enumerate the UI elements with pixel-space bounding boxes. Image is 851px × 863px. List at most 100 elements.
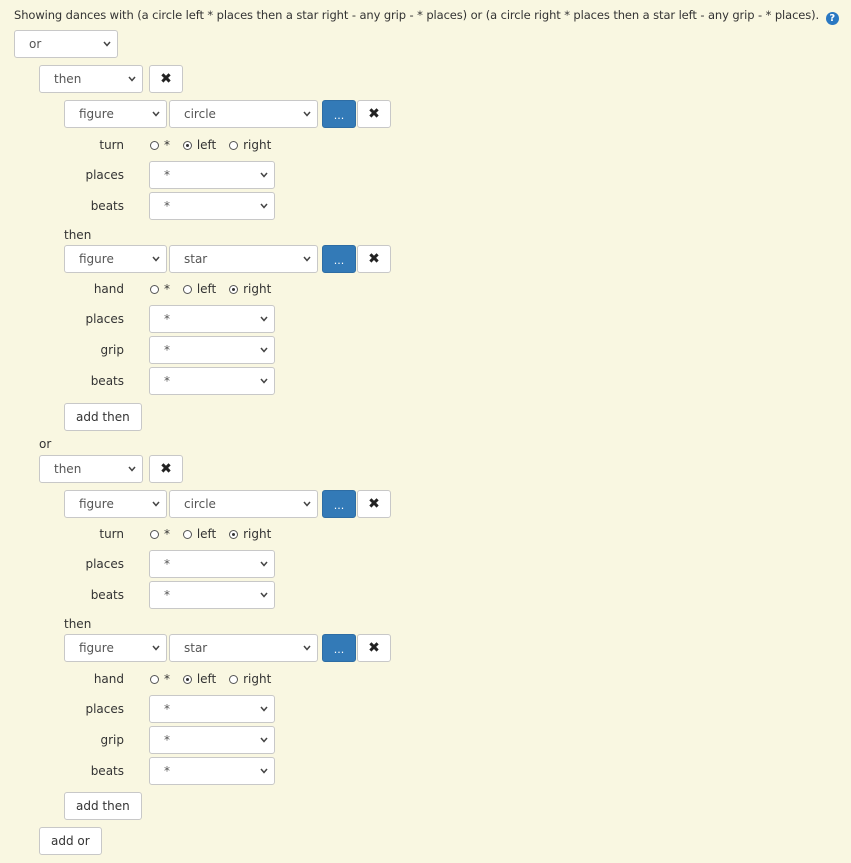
grip-value: *: [164, 343, 170, 357]
param-label: turn: [99, 527, 124, 541]
figure-kind-select[interactable]: figure: [64, 634, 167, 662]
param-label: beats: [90, 374, 124, 388]
radio-right-label: right: [243, 672, 272, 686]
add-or-button[interactable]: add or: [39, 827, 102, 855]
delete-figure-button[interactable]: ✖: [357, 245, 391, 273]
places-select[interactable]: *: [149, 695, 275, 723]
radio-any[interactable]: [150, 285, 159, 294]
figure-kind-value: figure: [79, 107, 114, 121]
delete-group-button[interactable]: ✖: [149, 65, 183, 93]
radio-left[interactable]: [182, 530, 192, 539]
figure-kind-select[interactable]: figure: [64, 490, 167, 518]
or-separator: or: [39, 437, 52, 451]
delete-figure-button[interactable]: ✖: [357, 490, 391, 518]
places-select[interactable]: *: [149, 161, 275, 189]
add-then-button[interactable]: add then: [64, 403, 142, 431]
hand-radio-group: * left right: [150, 672, 280, 686]
beats-select[interactable]: *: [149, 192, 275, 220]
places-select[interactable]: *: [149, 550, 275, 578]
radio-any[interactable]: [150, 530, 159, 539]
figure-kind-select[interactable]: figure: [64, 245, 167, 273]
add-then-button[interactable]: add then: [64, 792, 142, 820]
then-separator: then: [64, 228, 92, 242]
chevron-down-icon: [260, 551, 268, 577]
move-value: circle: [184, 107, 216, 121]
chevron-down-icon: [303, 246, 311, 272]
figure-kind-value: figure: [79, 497, 114, 511]
chevron-down-icon: [152, 101, 160, 127]
delete-figure-button[interactable]: ✖: [357, 100, 391, 128]
delete-group-button[interactable]: ✖: [149, 455, 183, 483]
turn-radio-group: * left right: [150, 527, 280, 541]
group-operator-value: then: [54, 462, 82, 476]
figure-kind-value: figure: [79, 252, 114, 266]
more-options-button[interactable]: ...: [322, 634, 356, 662]
root-operator-value: or: [29, 37, 42, 51]
radio-left[interactable]: [182, 285, 192, 294]
radio-right-label: right: [243, 282, 272, 296]
more-options-button[interactable]: ...: [322, 490, 356, 518]
param-label: places: [85, 702, 124, 716]
move-select[interactable]: circle: [169, 100, 318, 128]
beats-value: *: [164, 764, 170, 778]
chevron-down-icon: [103, 31, 111, 57]
radio-left[interactable]: [182, 675, 192, 684]
chevron-down-icon: [303, 101, 311, 127]
group-operator-select[interactable]: then: [39, 455, 143, 483]
grip-select[interactable]: *: [149, 336, 275, 364]
move-value: star: [184, 641, 208, 655]
radio-right[interactable]: [229, 141, 239, 150]
move-select[interactable]: circle: [169, 490, 318, 518]
chevron-down-icon: [303, 635, 311, 661]
radio-any-label: *: [164, 282, 170, 296]
param-label: places: [85, 312, 124, 326]
chevron-down-icon: [260, 582, 268, 608]
param-label: places: [85, 557, 124, 571]
param-label: hand: [93, 282, 124, 296]
param-label: beats: [90, 199, 124, 213]
beats-value: *: [164, 199, 170, 213]
hand-radio-group: * left right: [150, 282, 280, 296]
move-select[interactable]: star: [169, 245, 318, 273]
move-select[interactable]: star: [169, 634, 318, 662]
places-value: *: [164, 168, 170, 182]
param-label: hand: [93, 672, 124, 686]
beats-select[interactable]: *: [149, 581, 275, 609]
radio-left-label: left: [196, 282, 217, 296]
radio-left-label: left: [196, 138, 217, 152]
more-options-button[interactable]: ...: [322, 245, 356, 273]
param-label: beats: [90, 764, 124, 778]
chevron-down-icon: [260, 306, 268, 332]
move-value: star: [184, 252, 208, 266]
summary-text: Showing dances with (a circle left * pla…: [14, 8, 820, 22]
delete-figure-button[interactable]: ✖: [357, 634, 391, 662]
root-operator-select[interactable]: or: [14, 30, 118, 58]
radio-any[interactable]: [150, 141, 159, 150]
chevron-down-icon: [152, 246, 160, 272]
param-label: grip: [100, 733, 124, 747]
group-operator-value: then: [54, 72, 82, 86]
radio-right[interactable]: [229, 530, 239, 539]
radio-any-label: *: [164, 138, 170, 152]
param-label: grip: [100, 343, 124, 357]
radio-any-label: *: [164, 527, 170, 541]
radio-right-label: right: [243, 527, 272, 541]
more-options-button[interactable]: ...: [322, 100, 356, 128]
beats-select[interactable]: *: [149, 367, 275, 395]
help-icon[interactable]: ?: [825, 12, 839, 25]
radio-right[interactable]: [229, 285, 239, 294]
group-operator-select[interactable]: then: [39, 65, 143, 93]
chevron-down-icon: [260, 696, 268, 722]
radio-left[interactable]: [182, 141, 192, 150]
beats-value: *: [164, 588, 170, 602]
grip-select[interactable]: *: [149, 726, 275, 754]
places-value: *: [164, 557, 170, 571]
beats-select[interactable]: *: [149, 757, 275, 785]
radio-any[interactable]: [150, 675, 159, 684]
chevron-down-icon: [303, 491, 311, 517]
chevron-down-icon: [260, 337, 268, 363]
places-select[interactable]: *: [149, 305, 275, 333]
figure-kind-select[interactable]: figure: [64, 100, 167, 128]
chevron-down-icon: [260, 727, 268, 753]
radio-right[interactable]: [229, 675, 239, 684]
